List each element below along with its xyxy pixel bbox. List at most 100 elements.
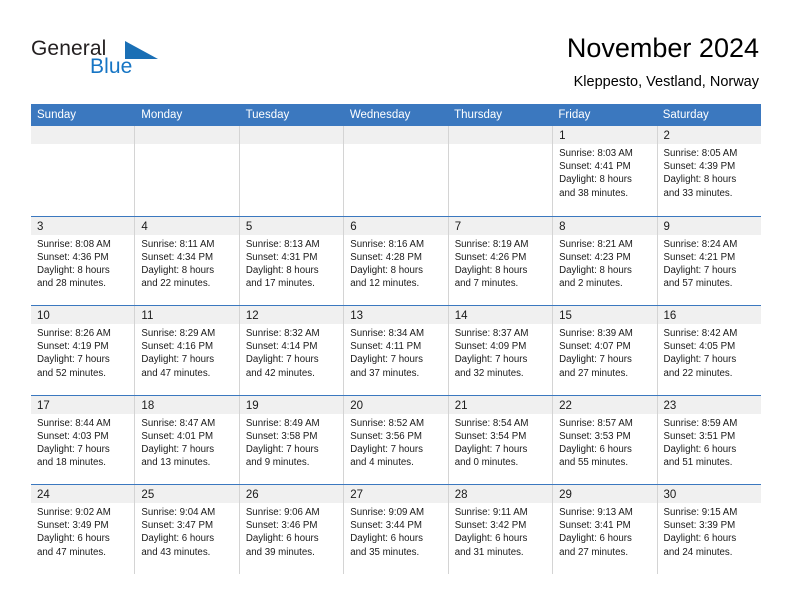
calendar-day-cell[interactable]: 16 Sunrise: 8:42 AM Sunset: 4:05 PM Dayligh… [657,306,761,395]
day-sun-info: Sunrise: 8:16 AM Sunset: 4:28 PM Daylight:… [344,235,447,291]
calendar-day-cell[interactable]: 12 Sunrise: 8:32 AM Sunset: 4:14 PM Dayligh… [239,306,345,395]
calendar-day-cell[interactable]: 24 Sunrise: 9:02 AM Sunset: 3:49 PM Dayligh… [31,485,136,574]
calendar-day-cell[interactable]: 13 Sunrise: 8:34 AM Sunset: 4:11 PM Dayligh… [344,306,449,395]
calendar-day-cell[interactable]: 19 Sunrise: 8:49 AM Sunset: 3:58 PM Dayligh… [239,395,345,484]
calendar-week-row: 17 Sunrise: 8:44 AM Sunset: 4:03 PM Dayligh… [31,394,761,484]
calendar-day-cell[interactable]: 8 Sunrise: 8:21 AM Sunset: 4:23 PM Daylight… [553,216,658,305]
daylight-text-line2: and 28 minutes. [37,278,106,290]
day-sun-info: Sunrise: 8:52 AM Sunset: 3:56 PM Daylight:… [344,414,447,470]
sunset-text: Sunset: 4:07 PM [559,341,631,353]
sunset-text: Sunset: 4:19 PM [37,341,109,353]
day-number-band: 7 [448,216,553,235]
general-blue-logo[interactable]: General Blue [31,38,161,86]
daylight-text-line1: Daylight: 7 hours [454,443,528,455]
calendar-day-cell[interactable]: 23 Sunrise: 8:59 AM Sunset: 3:51 PM Dayligh… [657,395,761,484]
sunset-text: Sunset: 3:58 PM [245,430,318,442]
sunset-text: Sunset: 4:16 PM [141,341,214,353]
day-number: 9 [663,220,670,233]
daylight-text-line1: Daylight: 7 hours [141,443,215,455]
calendar-day-cell[interactable]: 11 Sunrise: 8:29 AM Sunset: 4:16 PM Dayligh… [135,306,240,395]
sunset-text: Sunset: 3:53 PM [559,430,631,442]
calendar-day-cell[interactable]: 7 Sunrise: 8:19 AM Sunset: 4:26 PM Daylight… [448,216,554,305]
calendar-day-cell[interactable]: 30 Sunrise: 9:15 AM Sunset: 3:39 PM Dayligh… [657,485,761,574]
day-sun-info: Sunrise: 8:34 AM Sunset: 4:11 PM Daylight:… [344,324,447,380]
sunrise-text: Sunrise: 8:08 AM [37,238,111,250]
sunset-text: Sunset: 4:39 PM [663,161,736,173]
calendar-day-cell[interactable]: 27 Sunrise: 9:09 AM Sunset: 3:44 PM Dayligh… [344,485,449,574]
sunrise-text: Sunrise: 8:24 AM [663,238,738,250]
day-number-band: 6 [344,216,448,235]
calendar-day-cell[interactable]: 26 Sunrise: 9:06 AM Sunset: 3:46 PM Dayligh… [239,485,345,574]
day-number-band [448,126,553,144]
day-sun-info: Sunrise: 9:02 AM Sunset: 3:49 PM Daylight:… [31,503,134,559]
calendar-day-cell[interactable]: 6 Sunrise: 8:16 AM Sunset: 4:28 PM Daylight… [344,216,449,305]
daylight-text-line2: and 22 minutes. [141,278,211,290]
day-sun-info: Sunrise: 8:37 AM Sunset: 4:09 PM Daylight:… [449,324,552,380]
daylight-text-line1: Daylight: 6 hours [141,533,215,545]
calendar-day-cell[interactable]: 20 Sunrise: 8:52 AM Sunset: 3:56 PM Dayligh… [344,395,449,484]
daylight-text-line2: and 2 minutes. [559,278,623,290]
page-title: November 2024 [566,33,759,63]
calendar-day-cell[interactable]: 15 Sunrise: 8:39 AM Sunset: 4:07 PM Dayligh… [553,306,658,395]
day-number: 30 [663,489,677,501]
sunrise-text: Sunrise: 9:06 AM [245,507,320,518]
calendar-day-cell[interactable]: 4 Sunrise: 8:11 AM Sunset: 4:34 PM Daylight… [135,216,240,305]
daylight-text-line2: and 31 minutes. [454,546,524,558]
day-number-band: 16 [657,306,761,324]
sunset-text: Sunset: 4:23 PM [559,251,631,263]
calendar-day-cell[interactable]: 2 Sunrise: 8:05 AM Sunset: 4:39 PM Daylight… [657,126,761,216]
calendar-day-cell[interactable]: 22 Sunrise: 8:57 AM Sunset: 3:53 PM Dayligh… [553,395,658,484]
day-number: 18 [141,399,155,412]
sunset-text: Sunset: 4:01 PM [141,430,214,442]
calendar-day-cell[interactable]: 18 Sunrise: 8:47 AM Sunset: 4:01 PM Dayligh… [135,395,240,484]
day-number: 4 [141,220,148,233]
calendar-day-cell[interactable]: 9 Sunrise: 8:24 AM Sunset: 4:21 PM Daylight… [657,216,761,305]
daylight-text-line2: and 43 minutes. [141,546,211,558]
calendar-day-cell[interactable]: 10 Sunrise: 8:26 AM Sunset: 4:19 PM Dayligh… [31,306,136,395]
day-number-band: 12 [239,306,344,324]
day-number-band: 9 [657,216,761,235]
day-number-band [31,126,135,144]
sunset-text: Sunset: 3:39 PM [663,520,736,532]
calendar-day-cell[interactable]: 28 Sunrise: 9:11 AM Sunset: 3:42 PM Dayligh… [448,485,554,574]
calendar-day-cell[interactable]: 1 Sunrise: 8:03 AM Sunset: 4:41 PM Daylight… [553,126,658,216]
calendar-day-cell[interactable]: 5 Sunrise: 8:13 AM Sunset: 4:31 PM Daylight… [239,216,345,305]
day-number: 14 [454,310,468,322]
calendar-day-cell[interactable]: 14 Sunrise: 8:37 AM Sunset: 4:09 PM Dayligh… [448,306,554,395]
daylight-text-line2: and 32 minutes. [454,367,524,379]
day-number: 26 [245,489,259,501]
calendar-day-cell[interactable]: 29 Sunrise: 9:13 AM Sunset: 3:41 PM Dayligh… [553,485,658,574]
day-sun-info: Sunrise: 9:11 AM Sunset: 3:42 PM Daylight:… [449,503,552,559]
calendar-grid: Sunday Monday Tuesday Wednesday Thursday… [31,104,761,574]
daylight-text-line2: and 52 minutes. [37,367,106,379]
daylight-text-line2: and 38 minutes. [559,187,629,199]
day-number-band [239,126,344,144]
calendar-week-row: 3 Sunrise: 8:08 AM Sunset: 4:36 PM Daylight… [31,215,761,305]
day-number-band: 18 [135,395,239,414]
day-sun-info: Sunrise: 9:13 AM Sunset: 3:41 PM Daylight:… [553,503,656,559]
calendar-day-cell[interactable]: 21 Sunrise: 8:54 AM Sunset: 3:54 PM Dayligh… [448,395,554,484]
day-sun-info: Sunrise: 8:13 AM Sunset: 4:31 PM Daylight:… [240,235,343,291]
day-number-band: 28 [448,485,553,503]
day-number: 16 [663,310,677,322]
daylight-text-line1: Daylight: 7 hours [245,443,319,455]
sunset-text: Sunset: 3:44 PM [350,520,422,532]
sunset-text: Sunset: 4:09 PM [454,341,527,353]
daylight-text-line2: and 18 minutes. [37,457,106,469]
calendar-day-cell[interactable]: 17 Sunrise: 8:44 AM Sunset: 4:03 PM Dayligh… [31,395,136,484]
calendar-day-cell[interactable]: 3 Sunrise: 8:08 AM Sunset: 4:36 PM Daylight… [31,216,136,305]
calendar-week-row: 1 Sunrise: 8:03 AM Sunset: 4:41 PM Daylight… [31,126,761,216]
sunrise-text: Sunrise: 8:44 AM [37,417,111,429]
day-number: 20 [350,399,364,412]
day-number-band: 21 [448,395,553,414]
sunrise-text: Sunrise: 8:42 AM [663,328,738,339]
day-number-band: 23 [657,395,761,414]
day-sun-info: Sunrise: 8:44 AM Sunset: 4:03 PM Daylight:… [31,414,134,470]
day-number-band: 25 [135,485,239,503]
day-number-band: 22 [553,395,657,414]
sunset-text: Sunset: 4:14 PM [245,341,318,353]
calendar-day-cell[interactable]: 25 Sunrise: 9:04 AM Sunset: 3:47 PM Dayligh… [135,485,240,574]
daylight-text-line2: and 47 minutes. [37,546,106,558]
sunrise-text: Sunrise: 8:52 AM [350,417,425,429]
sunset-text: Sunset: 4:31 PM [245,251,318,263]
